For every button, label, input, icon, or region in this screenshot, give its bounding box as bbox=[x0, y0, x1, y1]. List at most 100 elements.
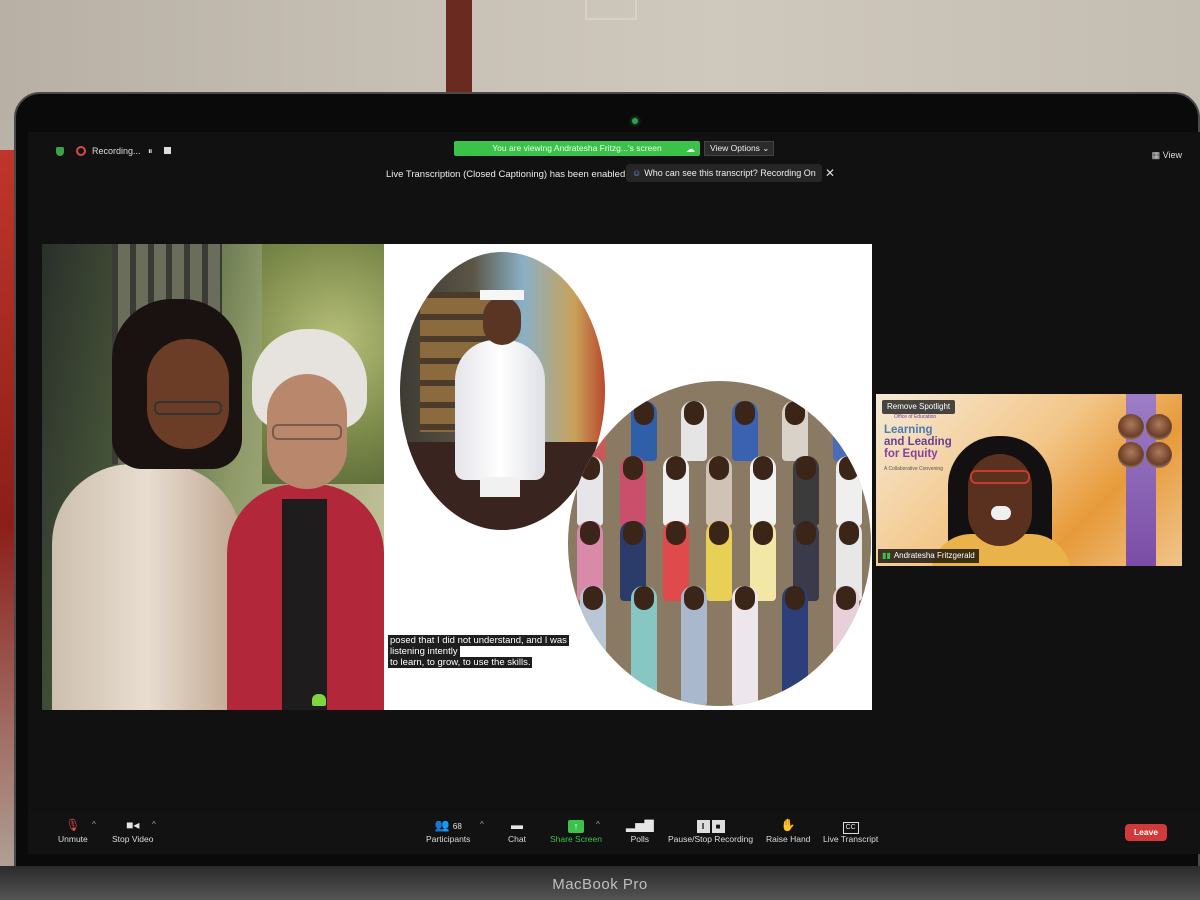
cloud-icon: ☁ bbox=[686, 144, 695, 154]
student bbox=[749, 456, 776, 526]
student bbox=[731, 586, 758, 706]
shield-icon[interactable] bbox=[56, 147, 64, 156]
office-label: Office of Education bbox=[894, 414, 937, 420]
mic-muted-icon: 🎙 bbox=[65, 818, 81, 832]
chat-bubble-icon: ▬ bbox=[510, 818, 523, 832]
chat-label: Chat bbox=[508, 834, 526, 844]
who-can-see-transcript-button[interactable]: ☺ Who can see this transcript? Recording … bbox=[626, 164, 822, 182]
event-subtitle: A Collaborative Convening bbox=[884, 466, 943, 472]
shared-screen: posed that I did not understand, and I w… bbox=[42, 244, 872, 710]
bar-chart-icon: ▂▅▇ bbox=[626, 818, 654, 832]
person-icon: ☺ bbox=[632, 168, 642, 178]
pause-recording-icon[interactable]: ⏸ bbox=[148, 146, 153, 157]
recording-label: Recording... bbox=[92, 146, 141, 156]
chevron-up-icon[interactable]: ^ bbox=[92, 820, 96, 829]
caption-line: to learn, to grow, to use the skills. bbox=[388, 657, 533, 668]
speaker-mouth bbox=[991, 506, 1011, 520]
title-line: and Leading bbox=[884, 436, 952, 448]
view-button[interactable]: ▦ View bbox=[1152, 150, 1182, 161]
student bbox=[619, 456, 646, 526]
woman-left-glasses bbox=[154, 401, 222, 415]
grid-icon: ▦ bbox=[1151, 150, 1161, 160]
graduation-gown bbox=[455, 340, 545, 480]
signal-bars-icon: ▮▮ bbox=[882, 551, 891, 560]
woman-left-body bbox=[52, 464, 242, 710]
viewing-screen-banner: You are viewing Andratesha Fritzg...'s s… bbox=[454, 141, 700, 156]
stop-video-label: Stop Video bbox=[112, 834, 154, 844]
live-transcription-notice: Live Transcription (Closed Captioning) h… bbox=[386, 169, 626, 180]
spotlight-video-tile[interactable]: Office of Education Learning and Leading… bbox=[876, 394, 1182, 566]
stop-recording-icon[interactable] bbox=[164, 147, 171, 154]
student bbox=[630, 401, 657, 461]
viewing-banner-text: You are viewing Andratesha Fritzg...'s s… bbox=[492, 143, 662, 153]
chat-button[interactable]: ▬ Chat bbox=[508, 817, 526, 844]
student bbox=[681, 401, 708, 461]
device-brand-label: MacBook Pro bbox=[552, 876, 648, 893]
child-photo-thumbnail bbox=[1118, 442, 1144, 468]
share-screen-button[interactable]: ↑ Share Screen bbox=[550, 817, 602, 844]
who-can-see-label: Who can see this transcript? Recording O… bbox=[644, 168, 816, 178]
chevron-up-icon[interactable]: ^ bbox=[152, 820, 156, 829]
pause-stop-recording-button[interactable]: ‖ ■ Pause/Stop Recording bbox=[668, 817, 753, 844]
student bbox=[836, 456, 863, 526]
meeting-toolbar: 🎙 Unmute ^ ■◂ Stop Video ^ 👥 68 Particip… bbox=[28, 812, 1200, 854]
student bbox=[782, 401, 809, 461]
polls-button[interactable]: ▂▅▇ Polls bbox=[626, 817, 654, 844]
polls-label: Polls bbox=[630, 834, 650, 844]
chevron-up-icon[interactable]: ^ bbox=[480, 820, 484, 829]
participants-label: Participants bbox=[426, 834, 471, 844]
speaker-glasses bbox=[970, 470, 1030, 484]
people-icon: 👥 68 bbox=[434, 818, 462, 832]
close-icon[interactable]: ✕ bbox=[825, 166, 835, 180]
unmute-button[interactable]: 🎙 Unmute bbox=[58, 817, 88, 844]
student bbox=[576, 456, 603, 526]
view-label: View bbox=[1162, 150, 1182, 160]
live-transcript-button[interactable]: CC Live Transcript bbox=[823, 817, 878, 844]
pause-stop-icons: ‖ ■ bbox=[668, 817, 753, 834]
photo-two-women bbox=[42, 244, 384, 710]
class-row-back bbox=[568, 401, 871, 461]
unmute-label: Unmute bbox=[58, 834, 88, 844]
graduation-cap bbox=[480, 290, 524, 300]
live-caption: posed that I did not understand, and I w… bbox=[388, 635, 620, 668]
woman-right-glasses bbox=[272, 424, 342, 440]
leave-button[interactable]: Leave bbox=[1125, 824, 1167, 841]
raise-hand-button[interactable]: ✋ Raise Hand bbox=[766, 817, 810, 844]
hand-icon: ✋ bbox=[780, 818, 796, 832]
student bbox=[706, 456, 733, 526]
child-photo-thumbnail bbox=[1146, 414, 1172, 440]
stop-video-button[interactable]: ■◂ Stop Video bbox=[112, 817, 153, 844]
share-screen-label: Share Screen bbox=[550, 834, 602, 844]
cc-icon: CC bbox=[823, 817, 878, 834]
student bbox=[630, 586, 657, 706]
student bbox=[681, 586, 708, 706]
student bbox=[782, 586, 809, 706]
child-photo-thumbnail bbox=[1146, 442, 1172, 468]
camera-indicator bbox=[632, 118, 638, 124]
remove-spotlight-button[interactable]: Remove Spotlight bbox=[882, 400, 956, 414]
child-face bbox=[483, 297, 521, 345]
cc-glyph: CC bbox=[842, 822, 859, 834]
share-arrow-icon: ↑ bbox=[550, 817, 602, 834]
student bbox=[663, 456, 690, 526]
caption-line: listening intently bbox=[388, 646, 460, 657]
student bbox=[793, 456, 820, 526]
participant-name: Andratesha Fritzgerald bbox=[893, 551, 975, 560]
title-line: Learning bbox=[884, 424, 933, 436]
white-stockings bbox=[480, 477, 520, 497]
woman-right-blouse bbox=[282, 499, 327, 710]
green-cup bbox=[312, 694, 326, 706]
student bbox=[731, 401, 758, 461]
pause-stop-recording-label: Pause/Stop Recording bbox=[668, 834, 754, 844]
wall-panel bbox=[585, 0, 637, 20]
participant-name-tag: ▮▮ Andratesha Fritzgerald bbox=[878, 549, 979, 563]
record-icon bbox=[76, 146, 86, 156]
child-photo-thumbnail bbox=[1118, 414, 1144, 440]
participant-count: 68 bbox=[452, 822, 462, 831]
student bbox=[832, 401, 859, 461]
live-transcript-label: Live Transcript bbox=[823, 834, 879, 844]
video-camera-icon: ■◂ bbox=[126, 818, 140, 832]
chevron-up-icon[interactable]: ^ bbox=[596, 820, 600, 829]
view-options-button[interactable]: View Options ⌄ bbox=[704, 141, 774, 156]
participants-button[interactable]: 👥 68 Participants bbox=[426, 817, 470, 844]
